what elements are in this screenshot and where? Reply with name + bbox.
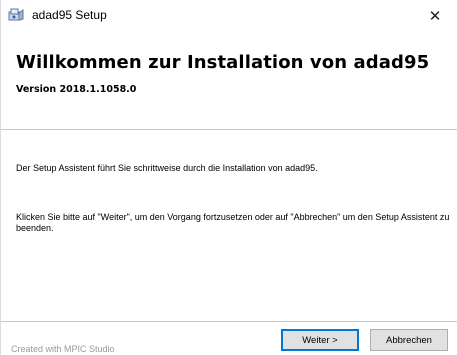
header-divider — [1, 129, 457, 130]
footer-divider — [1, 321, 457, 322]
setup-window: adad95 Setup ✕ Willkommen zur Installati… — [0, 0, 458, 355]
cancel-button[interactable]: Abbrechen — [370, 329, 448, 351]
setup-app-icon — [8, 8, 24, 22]
wizard-header: Willkommen zur Installation von adad95 V… — [1, 31, 457, 129]
instruction-text: Klicken Sie bitte auf "Weiter", um den V… — [16, 212, 450, 233]
close-button[interactable]: ✕ — [413, 0, 457, 31]
version-label: Version 2018.1.1058.0 — [16, 84, 137, 95]
title-bar[interactable]: adad95 Setup ✕ — [1, 0, 457, 31]
page-title: Willkommen zur Installation von adad95 — [16, 52, 430, 73]
next-button[interactable]: Weiter > — [281, 329, 359, 351]
window-title: adad95 Setup — [32, 8, 107, 22]
branding-watermark: Created with MPIC Studio — [11, 344, 115, 354]
intro-text: Der Setup Assistent führt Sie schrittwei… — [16, 163, 318, 173]
close-icon: ✕ — [428, 7, 442, 25]
